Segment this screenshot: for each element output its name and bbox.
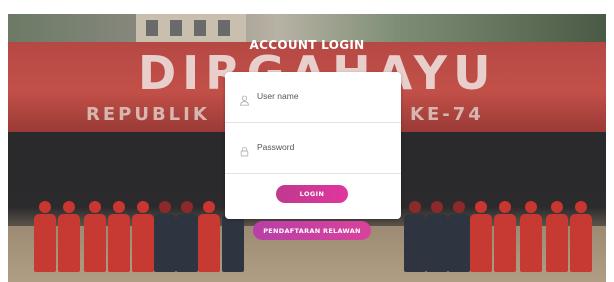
page-title: ACCOUNT LOGIN bbox=[249, 38, 365, 52]
lock-icon bbox=[239, 142, 250, 157]
login-button[interactable]: LOGIN bbox=[276, 185, 348, 203]
login-card: LOGIN bbox=[225, 72, 401, 219]
banner-right-text: KE-74 bbox=[410, 104, 484, 125]
volunteer-registration-button[interactable]: PENDAFTARAN RELAWAN bbox=[253, 221, 371, 240]
banner-left-text: REPUBLIK bbox=[86, 104, 210, 125]
password-input[interactable] bbox=[257, 136, 389, 158]
username-input[interactable] bbox=[257, 85, 389, 107]
user-icon bbox=[239, 91, 250, 106]
password-row bbox=[225, 123, 401, 174]
username-row bbox=[225, 72, 401, 123]
